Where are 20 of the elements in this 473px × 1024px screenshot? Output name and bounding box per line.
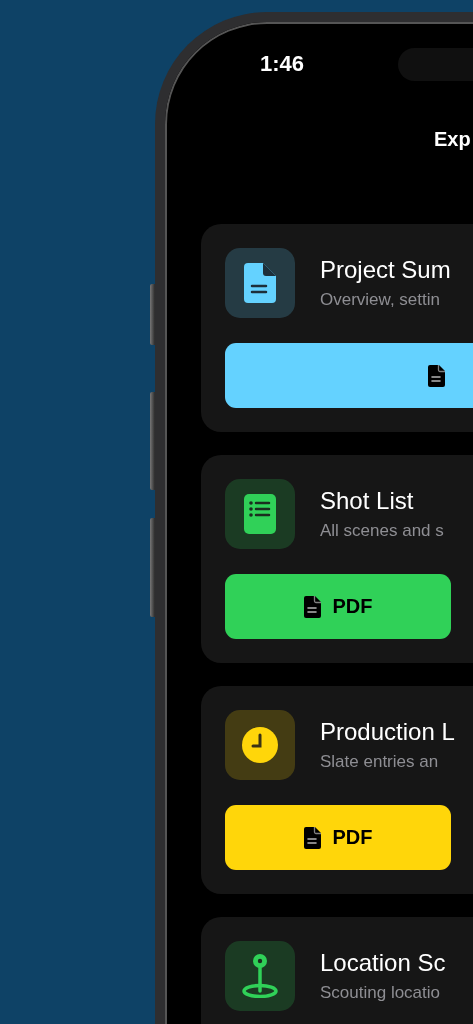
document-icon	[303, 595, 321, 618]
clock-icon	[242, 727, 278, 763]
location-pin-icon	[241, 954, 279, 998]
document-icon	[244, 263, 276, 303]
document-icon	[303, 826, 321, 849]
export-button[interactable]	[225, 343, 473, 408]
card-title: Project Sum	[320, 256, 451, 284]
pdf-button[interactable]: PDF	[225, 574, 451, 639]
status-time: 1:46	[260, 51, 305, 77]
card-subtitle: Slate entries an	[320, 752, 440, 772]
card-subtitle: All scenes and s	[320, 521, 444, 541]
document-icon	[428, 364, 445, 387]
card-title: Production L	[320, 718, 455, 746]
list-icon	[244, 494, 276, 534]
screen-title: Exp	[434, 128, 471, 150]
card-subtitle: Overview, settin	[320, 290, 441, 310]
card-title: Location Sc	[320, 949, 446, 977]
card-title: Shot List	[320, 487, 415, 515]
pdf-button[interactable]: PDF	[225, 805, 451, 870]
card-subtitle: Scouting locatio	[320, 983, 442, 1003]
